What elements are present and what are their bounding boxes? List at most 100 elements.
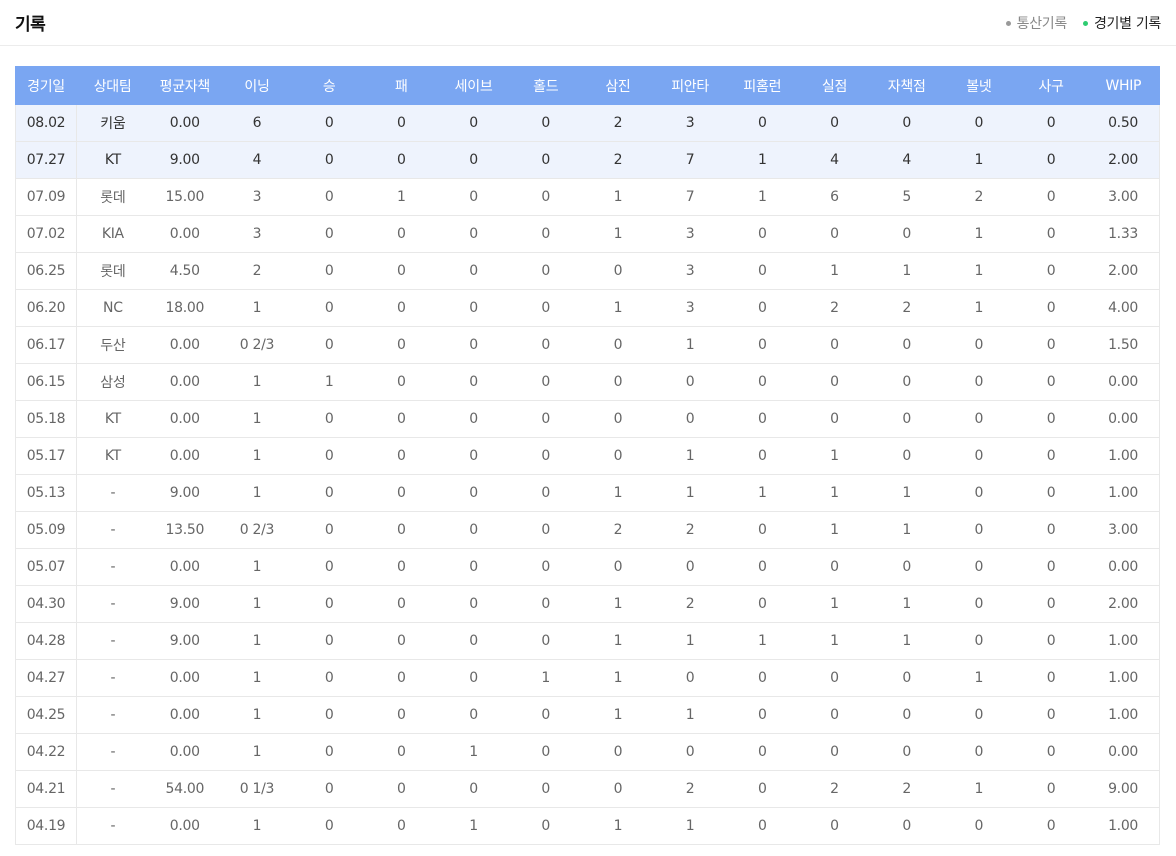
table-cell: - bbox=[76, 474, 149, 512]
table-cell: 3 bbox=[654, 252, 727, 290]
table-cell: 0 bbox=[365, 326, 438, 364]
table-cell: 13.50 bbox=[148, 511, 221, 549]
table-row: 06.15 삼성 0.00 1 1 0 0 0 0 0 0 0 0 0 0 0.00 bbox=[15, 363, 1160, 401]
table-cell: 0 bbox=[581, 770, 654, 808]
bullet-dot-icon bbox=[1005, 20, 1011, 26]
column-header: 피안타 bbox=[653, 66, 727, 105]
table-header-row: 경기일 상대팀 평균자책 이닝 승 패 세이브 홀드 삼진 피안타 피홈런 실점 자책점 볼넷 사구 WHIP bbox=[15, 66, 1160, 105]
table-cell: 0 bbox=[581, 400, 654, 438]
table-cell: 0 bbox=[581, 548, 654, 586]
table-cell: 1 bbox=[220, 400, 294, 438]
table-cell: 0 bbox=[437, 104, 510, 142]
table-cell: 1.00 bbox=[1087, 437, 1160, 475]
table-cell: 1 bbox=[581, 178, 654, 216]
table-cell: 07.27 bbox=[15, 141, 77, 179]
table-cell: 0 bbox=[509, 437, 582, 475]
table-cell: 1 bbox=[942, 289, 1015, 327]
table-cell: 0.00 bbox=[148, 696, 221, 734]
table-cell: 0 bbox=[1014, 733, 1088, 771]
table-cell: 2.00 bbox=[1087, 252, 1160, 290]
table-cell: 4 bbox=[870, 141, 943, 179]
table-cell: 07.09 bbox=[15, 178, 77, 216]
table-cell: 54.00 bbox=[148, 770, 221, 808]
table-cell: 키움 bbox=[76, 104, 149, 142]
table-cell: 3 bbox=[654, 215, 727, 253]
tab-label: 경기별 기록 bbox=[1093, 16, 1161, 32]
table-cell: 0 bbox=[437, 326, 510, 364]
table-cell: 0 bbox=[437, 141, 510, 179]
bullet-dot-icon bbox=[1082, 20, 1088, 26]
table-cell: - bbox=[76, 548, 149, 586]
table-cell: 1.50 bbox=[1087, 326, 1160, 364]
table-cell: 1 bbox=[870, 622, 943, 660]
table-cell: 0 bbox=[509, 733, 582, 771]
table-cell: 4 bbox=[220, 141, 294, 179]
table-cell: 0 bbox=[798, 400, 871, 438]
table-cell: 1 bbox=[220, 733, 294, 771]
table-cell: 0 bbox=[293, 511, 366, 549]
table-cell: 2 bbox=[581, 104, 654, 142]
table-cell: 1 bbox=[798, 252, 871, 290]
table-cell: 0 bbox=[293, 252, 366, 290]
table-cell: 4.00 bbox=[1087, 289, 1160, 327]
table-cell: 0 bbox=[293, 104, 366, 142]
table-cell: 4.50 bbox=[148, 252, 221, 290]
table-cell: 0 bbox=[509, 289, 582, 327]
table-cell: 0 bbox=[293, 289, 366, 327]
table-cell: 0 2/3 bbox=[220, 511, 294, 549]
table-cell: 0.00 bbox=[148, 733, 221, 771]
table-row: 04.25-0.00 1 0 0 0 0 1 1 0 0 0 0 0 1.00 bbox=[15, 696, 1160, 734]
tab-game-record[interactable]: 경기별 기록 bbox=[1082, 13, 1161, 33]
table-cell: 0 bbox=[798, 215, 871, 253]
table-cell: 1 bbox=[220, 807, 294, 845]
table-cell: - bbox=[76, 622, 149, 660]
table-cell: KIA bbox=[76, 215, 149, 253]
table-cell: 06.25 bbox=[15, 252, 77, 290]
table-cell: 1 bbox=[726, 178, 799, 216]
table-cell: 0 bbox=[293, 770, 366, 808]
table-cell: 0 bbox=[365, 733, 438, 771]
table-cell: 0 bbox=[1014, 400, 1088, 438]
table-cell: 1 bbox=[581, 289, 654, 327]
table-cell: 2 bbox=[870, 770, 943, 808]
table-cell: 1 bbox=[220, 585, 294, 623]
table-cell: 0 bbox=[509, 326, 582, 364]
table-cell: 1.33 bbox=[1087, 215, 1160, 253]
table-cell: 2 bbox=[798, 289, 871, 327]
table-cell: 1 bbox=[870, 474, 943, 512]
table-cell: 0 bbox=[581, 252, 654, 290]
tab-career-record[interactable]: 통산기록 bbox=[1005, 13, 1068, 33]
table-cell: 2 bbox=[220, 252, 294, 290]
table-cell: 1 bbox=[654, 437, 727, 475]
table-cell: 0 bbox=[798, 104, 871, 142]
table-cell: - bbox=[76, 733, 149, 771]
table-cell: 0 bbox=[942, 104, 1015, 142]
table-cell: 0 bbox=[437, 585, 510, 623]
tab-label: 통산기록 bbox=[1016, 16, 1068, 32]
table-cell: 0 bbox=[726, 326, 799, 364]
table-cell: 0 bbox=[942, 511, 1015, 549]
table-cell: 0 bbox=[1014, 807, 1088, 845]
table-cell: 15.00 bbox=[148, 178, 221, 216]
table-cell: 두산 bbox=[76, 326, 149, 364]
table-cell: 0 bbox=[365, 770, 438, 808]
table-cell: 1 bbox=[220, 474, 294, 512]
table-cell: 0 bbox=[365, 585, 438, 623]
table-cell: 0 bbox=[726, 363, 799, 401]
table-cell: 1 bbox=[220, 437, 294, 475]
table-row: 04.28-9.00 1 0 0 0 0 1 1 1 1 1 0 0 1.00 bbox=[15, 622, 1160, 660]
table-cell: 0 bbox=[1014, 289, 1088, 327]
table-cell: 1 bbox=[581, 215, 654, 253]
table-cell: 0 bbox=[1014, 622, 1088, 660]
table-cell: 0 bbox=[437, 548, 510, 586]
table-cell: 0.00 bbox=[148, 548, 221, 586]
table-cell: 0 bbox=[1014, 252, 1088, 290]
table-cell: 0 bbox=[509, 141, 582, 179]
table-cell: 0 bbox=[437, 252, 510, 290]
table-cell: 9.00 bbox=[1087, 770, 1160, 808]
table-cell: 0 bbox=[365, 400, 438, 438]
table-row: 05.07-0.00 1 0 0 0 0 0 0 0 0 0 0 0 0.00 bbox=[15, 548, 1160, 586]
table-cell: 1 bbox=[654, 696, 727, 734]
table-cell: 0.00 bbox=[1087, 733, 1160, 771]
table-cell: 0 bbox=[726, 659, 799, 697]
